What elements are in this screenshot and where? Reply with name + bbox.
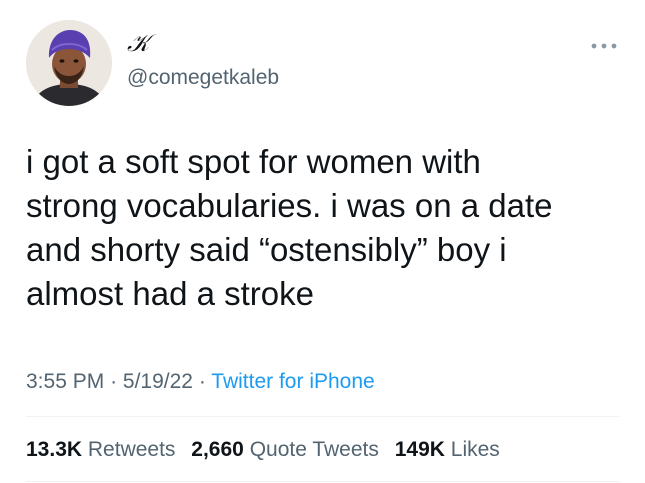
likes-label: Likes xyxy=(450,438,500,461)
avatar[interactable] xyxy=(26,20,112,106)
quote-tweets-count: 2,660 xyxy=(191,438,244,461)
user-handle[interactable]: @comegetkaleb xyxy=(127,66,279,90)
engagement-stats: 13.3K Retweets 2,660 Quote Tweets 149K L… xyxy=(26,435,510,465)
retweets-stat[interactable]: 13.3K Retweets xyxy=(26,435,175,465)
divider xyxy=(26,416,619,417)
likes-count: 149K xyxy=(394,438,445,461)
retweets-count: 13.3K xyxy=(26,438,83,461)
tweet-time[interactable]: 3:55 PM xyxy=(26,370,104,393)
meta-separator: · xyxy=(198,370,206,393)
tweet-source-link[interactable]: Twitter for iPhone xyxy=(211,370,374,393)
tweet-date[interactable]: 5/19/22 xyxy=(123,370,193,393)
quote-tweets-stat[interactable]: 2,660 Quote Tweets xyxy=(191,435,379,465)
quote-tweets-label: Quote Tweets xyxy=(249,438,379,461)
tweet-text: i got a soft spot for women with strong … xyxy=(26,143,553,312)
divider xyxy=(26,481,619,482)
meta-separator: · xyxy=(110,370,118,393)
retweets-label: Retweets xyxy=(87,438,176,461)
likes-stat[interactable]: 149K Likes xyxy=(395,435,500,465)
display-name[interactable]: 𝒦 xyxy=(127,30,149,56)
tweet-meta: 3:55 PM · 5/19/22 · Twitter for iPhone xyxy=(26,368,375,396)
tweet: 𝒦 @comegetkaleb i got a soft spot for wo… xyxy=(0,0,645,483)
more-horizontal-icon[interactable] xyxy=(590,38,618,49)
